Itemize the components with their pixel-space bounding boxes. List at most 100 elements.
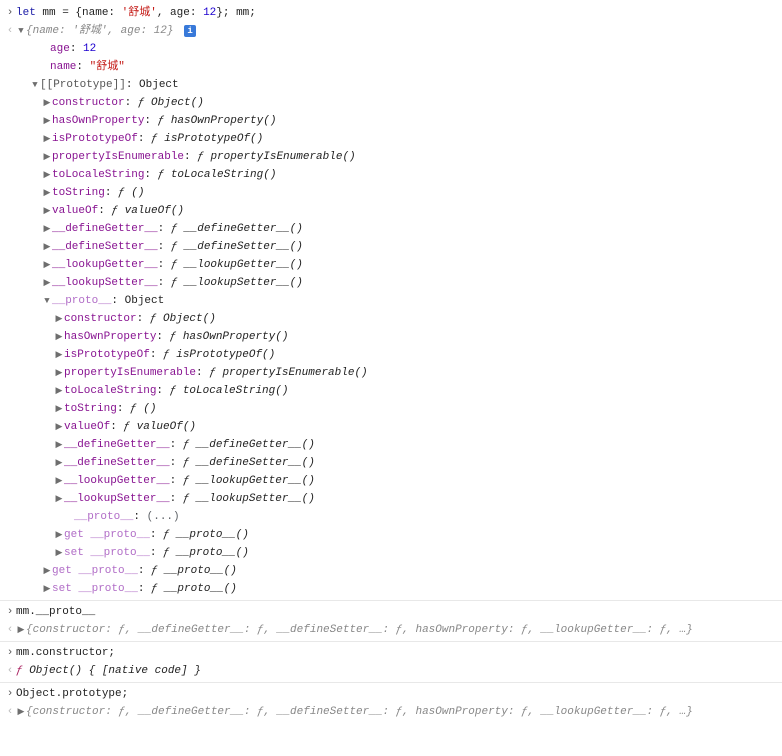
prop-value: () <box>143 403 156 415</box>
tree-row[interactable]: __lookupSetter__: ƒ __lookupSetter__() <box>0 274 782 292</box>
disclosure-triangle-icon[interactable] <box>42 221 52 237</box>
tree-row[interactable]: name: "舒城" <box>0 58 782 76</box>
prop-value: "舒城" <box>90 61 125 73</box>
disclosure-triangle-icon[interactable] <box>54 491 64 507</box>
tree-row[interactable]: valueOf: ƒ valueOf() <box>0 418 782 436</box>
tree-row[interactable]: hasOwnProperty: ƒ hasOwnProperty() <box>0 328 782 346</box>
output-marker-icon <box>4 704 16 720</box>
tree-row[interactable]: hasOwnProperty: ƒ hasOwnProperty() <box>0 112 782 130</box>
input-code: mm.constructor; <box>16 645 778 661</box>
fn-symbol-icon: ƒ <box>138 97 151 109</box>
tree-row[interactable]: constructor: ƒ Object() <box>0 310 782 328</box>
prop-key: __proto__ <box>78 565 137 577</box>
prop-key: constructor <box>52 97 125 109</box>
tree-row[interactable]: __defineGetter__: ƒ __defineGetter__() <box>0 436 782 454</box>
console-input-row[interactable]: mm.constructor; <box>0 641 782 662</box>
tree-row[interactable]: __defineSetter__: ƒ __defineSetter__() <box>0 238 782 256</box>
console-output-row[interactable]: ƒ Object() { [native code] } <box>0 662 782 680</box>
disclosure-triangle-icon[interactable] <box>30 77 40 93</box>
tree-row[interactable]: toLocaleString: ƒ toLocaleString() <box>0 382 782 400</box>
console-output-row[interactable]: {constructor: ƒ, __defineGetter__: ƒ, __… <box>0 621 782 639</box>
disclosure-triangle-icon[interactable] <box>54 347 64 363</box>
prop-value: __defineSetter__() <box>196 457 315 469</box>
prop-value: toLocaleString() <box>171 169 277 181</box>
output-marker-icon <box>4 622 16 638</box>
disclosure-triangle-icon[interactable] <box>54 527 64 543</box>
tree-row[interactable]: toString: ƒ () <box>0 184 782 202</box>
disclosure-triangle-icon[interactable] <box>42 185 52 201</box>
fn-symbol-icon: ƒ <box>171 223 184 235</box>
tree-row[interactable]: set __proto__: ƒ __proto__() <box>0 580 782 598</box>
disclosure-triangle-icon[interactable] <box>42 95 52 111</box>
tree-row[interactable]: valueOf: ƒ valueOf() <box>0 202 782 220</box>
disclosure-triangle-icon[interactable] <box>16 622 26 638</box>
prop-value: __proto__() <box>176 529 249 541</box>
prop-key: __defineSetter__ <box>64 457 170 469</box>
tree-row[interactable]: propertyIsEnumerable: ƒ propertyIsEnumer… <box>0 148 782 166</box>
disclosure-triangle-icon[interactable] <box>42 167 52 183</box>
tree-row[interactable]: toString: ƒ () <box>0 400 782 418</box>
disclosure-triangle-icon[interactable] <box>42 257 52 273</box>
disclosure-triangle-icon[interactable] <box>42 113 52 129</box>
input-marker-icon <box>4 645 16 661</box>
console-output-row[interactable]: {name: '舒城', age: 12} i <box>0 22 782 40</box>
input-code: mm.__proto__ <box>16 604 778 620</box>
tree-row[interactable]: propertyIsEnumerable: ƒ propertyIsEnumer… <box>0 364 782 382</box>
accessor-prefix: get <box>52 565 78 577</box>
tree-row[interactable]: get __proto__: ƒ __proto__() <box>0 562 782 580</box>
prop-value: valueOf() <box>125 205 184 217</box>
disclosure-triangle-icon[interactable] <box>54 311 64 327</box>
disclosure-triangle-icon[interactable] <box>42 275 52 291</box>
fn-symbol-icon: ƒ <box>197 151 210 163</box>
tree-row[interactable]: __lookupGetter__: ƒ __lookupGetter__() <box>0 256 782 274</box>
tree-row[interactable]: __lookupGetter__: ƒ __lookupGetter__() <box>0 472 782 490</box>
info-badge-icon[interactable]: i <box>184 25 196 37</box>
tree-row[interactable]: __lookupSetter__: ƒ __lookupSetter__() <box>0 490 782 508</box>
disclosure-triangle-icon[interactable] <box>16 704 26 720</box>
console-input-row[interactable]: Object.prototype; <box>0 682 782 703</box>
console-input-row[interactable]: let mm = {name: '舒城', age: 12}; mm; <box>0 4 782 22</box>
disclosure-triangle-icon[interactable] <box>42 203 52 219</box>
console-output-row[interactable]: {constructor: ƒ, __defineGetter__: ƒ, __… <box>0 703 782 721</box>
tree-row-proto[interactable]: __proto__: Object <box>0 292 782 310</box>
disclosure-triangle-icon[interactable] <box>54 365 64 381</box>
prop-key: propertyIsEnumerable <box>64 367 196 379</box>
tree-row[interactable]: isPrototypeOf: ƒ isPrototypeOf() <box>0 130 782 148</box>
disclosure-triangle-icon[interactable] <box>42 293 52 309</box>
disclosure-triangle-icon[interactable] <box>54 473 64 489</box>
disclosure-triangle-icon[interactable] <box>54 383 64 399</box>
tree-row-prototype[interactable]: [[Prototype]]: Object <box>0 76 782 94</box>
disclosure-triangle-icon[interactable] <box>42 239 52 255</box>
input-code: Object.prototype; <box>16 686 778 702</box>
prop-key: toString <box>52 187 105 199</box>
disclosure-triangle-icon[interactable] <box>54 401 64 417</box>
prop-value: Object() <box>163 313 216 325</box>
tree-row[interactable]: age: 12 <box>0 40 782 58</box>
console-input-row[interactable]: mm.__proto__ <box>0 600 782 621</box>
disclosure-triangle-icon[interactable] <box>54 455 64 471</box>
disclosure-triangle-icon[interactable] <box>42 563 52 579</box>
tree-row[interactable]: set __proto__: ƒ __proto__() <box>0 544 782 562</box>
disclosure-triangle-icon[interactable] <box>42 581 52 597</box>
disclosure-triangle-icon[interactable] <box>54 329 64 345</box>
tree-row[interactable]: isPrototypeOf: ƒ isPrototypeOf() <box>0 346 782 364</box>
console-panel: let mm = {name: '舒城', age: 12}; mm; {nam… <box>0 0 782 725</box>
disclosure-triangle-icon[interactable] <box>54 419 64 435</box>
fn-symbol-icon: ƒ <box>183 493 196 505</box>
tree-row[interactable]: constructor: ƒ Object() <box>0 94 782 112</box>
disclosure-triangle-icon[interactable] <box>42 131 52 147</box>
disclosure-triangle-icon[interactable] <box>42 149 52 165</box>
disclosure-triangle-icon[interactable] <box>16 23 26 39</box>
tree-row[interactable]: __defineSetter__: ƒ __defineSetter__() <box>0 454 782 472</box>
tree-row[interactable]: toLocaleString: ƒ toLocaleString() <box>0 166 782 184</box>
fn-symbol-icon: ƒ <box>111 205 124 217</box>
disclosure-triangle-icon[interactable] <box>54 437 64 453</box>
proto-label: __proto__ <box>52 295 111 307</box>
tree-row-proto-inner[interactable]: __proto__: (...) <box>0 508 782 526</box>
tree-row[interactable]: get __proto__: ƒ __proto__() <box>0 526 782 544</box>
disclosure-triangle-icon[interactable] <box>54 545 64 561</box>
prop-value: __proto__() <box>164 565 237 577</box>
fn-symbol-icon: ƒ <box>183 439 196 451</box>
tree-row[interactable]: __defineGetter__: ƒ __defineGetter__() <box>0 220 782 238</box>
prop-key: toString <box>64 403 117 415</box>
